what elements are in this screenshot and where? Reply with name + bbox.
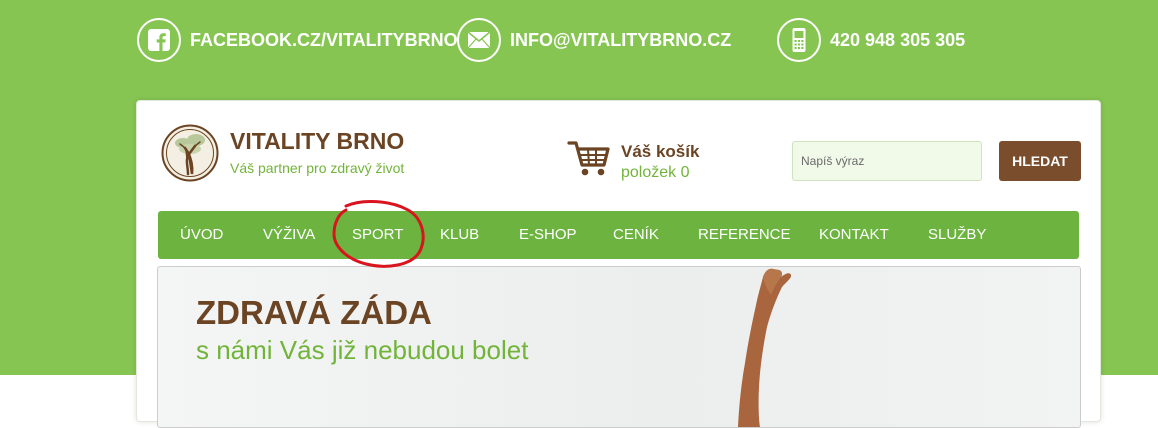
search-input[interactable] xyxy=(792,141,982,181)
facebook-label: FACEBOOK.CZ/VITALITYBRNO xyxy=(190,29,458,50)
hero-title: ZDRAVÁ ZÁDA xyxy=(196,294,432,331)
nav-item-cenik[interactable]: CENÍK xyxy=(613,211,659,259)
nav-item-reference[interactable]: REFERENCE xyxy=(698,211,791,259)
site-title: VITALITY BRNO xyxy=(230,128,405,154)
facebook-link[interactable]: FACEBOOK.CZ/VITALITYBRNO xyxy=(137,16,458,64)
nav-item-kontakt[interactable]: KONTAKT xyxy=(819,211,889,259)
nav-item-klub[interactable]: KLUB xyxy=(440,211,479,259)
search-button[interactable]: HLEDAT xyxy=(999,141,1081,181)
main-card: VITALITY BRNO Váš partner pro zdravý živ… xyxy=(136,100,1101,428)
cart-icon xyxy=(567,139,611,184)
nav-item-sluzby[interactable]: SLUŽBY xyxy=(928,211,986,259)
hero-banner[interactable]: ZDRAVÁ ZÁDA s námi Vás již nebudou bolet xyxy=(157,266,1081,428)
raised-arm-image xyxy=(738,268,792,427)
envelope-icon xyxy=(457,18,501,62)
facebook-icon xyxy=(137,18,181,62)
nav-item-vyziva[interactable]: VÝŽIVA xyxy=(263,211,315,259)
cart-title: Váš košík xyxy=(621,141,700,161)
email-label: INFO@VITALITYBRNO.CZ xyxy=(510,29,732,50)
phone-icon xyxy=(777,18,821,62)
cart-widget[interactable]: Váš košík položek 0 xyxy=(567,139,699,184)
tree-logo[interactable] xyxy=(161,124,219,182)
main-nav: ÚVOD VÝŽIVA SPORT KLUB E-SHOP CENÍK REFE… xyxy=(158,211,1079,259)
hero-subtitle: s námi Vás již nebudou bolet xyxy=(196,335,529,365)
nav-item-eshop[interactable]: E-SHOP xyxy=(519,211,577,259)
site-tagline: Váš partner pro zdravý život xyxy=(230,160,405,176)
phone-label: 420 948 305 305 xyxy=(830,29,966,50)
email-link[interactable]: INFO@VITALITYBRNO.CZ xyxy=(457,16,731,64)
annotation-circle xyxy=(332,199,425,268)
cart-count: položek 0 xyxy=(621,163,690,181)
nav-item-uvod[interactable]: ÚVOD xyxy=(180,211,223,259)
phone-link[interactable]: 420 948 305 305 xyxy=(777,16,965,64)
